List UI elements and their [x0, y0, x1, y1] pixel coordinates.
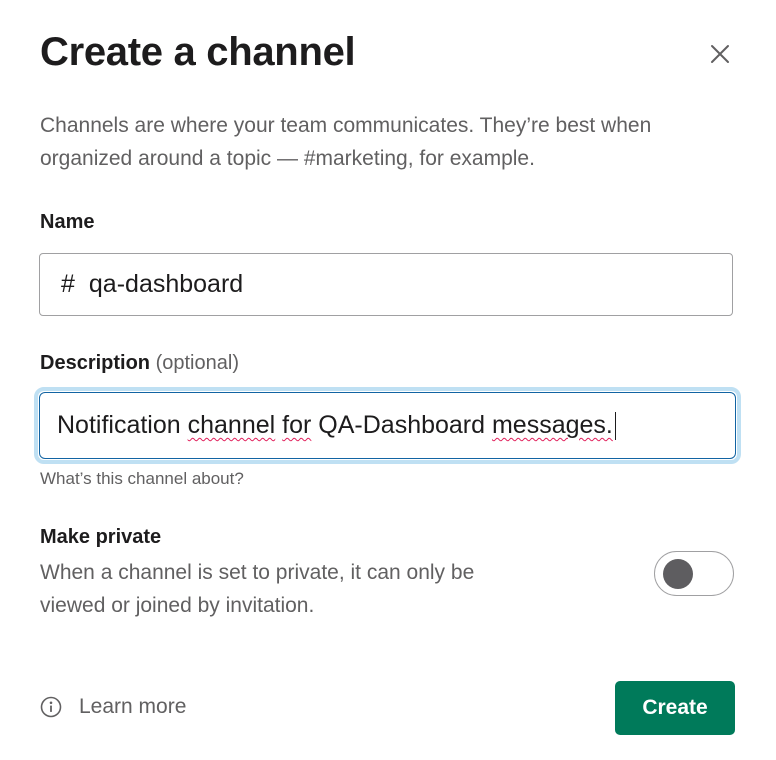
- channel-name-value[interactable]: qa-dashboard: [89, 270, 243, 299]
- description-text-6: messages.: [491, 411, 613, 439]
- description-label: Description: [40, 352, 151, 374]
- modal-title: Create a channel: [40, 30, 356, 74]
- info-icon: [40, 696, 62, 718]
- description-label-row: Description (optional): [40, 352, 239, 375]
- description-text-2: channel: [187, 411, 276, 439]
- description-text-5: QA-Dashboard: [311, 411, 492, 439]
- learn-more-label[interactable]: Learn more: [79, 695, 186, 719]
- make-private-description: When a channel is set to private, it can…: [40, 561, 475, 617]
- description-input-focus-ring[interactable]: Notification channel for QA-Dashboard me…: [34, 387, 741, 464]
- modal-intro-text: Channels are where your team communicate…: [40, 114, 652, 170]
- description-text-1: Notification: [57, 411, 188, 439]
- create-channel-modal: Create a channel Channels are where your…: [0, 0, 776, 760]
- description-text-3: [275, 411, 282, 440]
- make-private-label: Make private: [40, 526, 162, 548]
- create-button[interactable]: Create: [615, 681, 735, 735]
- description-text-4: for: [282, 411, 312, 439]
- optional-label: (optional): [155, 352, 239, 374]
- toggle-knob: [663, 559, 693, 589]
- learn-more-link[interactable]: Learn more: [40, 695, 186, 719]
- description-hint: What’s this channel about?: [40, 469, 244, 488]
- close-icon[interactable]: [710, 44, 730, 64]
- hash-icon: #: [61, 270, 75, 298]
- make-private-toggle[interactable]: [654, 551, 734, 596]
- close-button[interactable]: [700, 34, 740, 74]
- name-label: Name: [40, 211, 95, 233]
- description-input[interactable]: Notification channel for QA-Dashboard me…: [39, 392, 736, 459]
- channel-name-input[interactable]: # qa-dashboard: [39, 253, 733, 316]
- text-caret: [614, 411, 616, 440]
